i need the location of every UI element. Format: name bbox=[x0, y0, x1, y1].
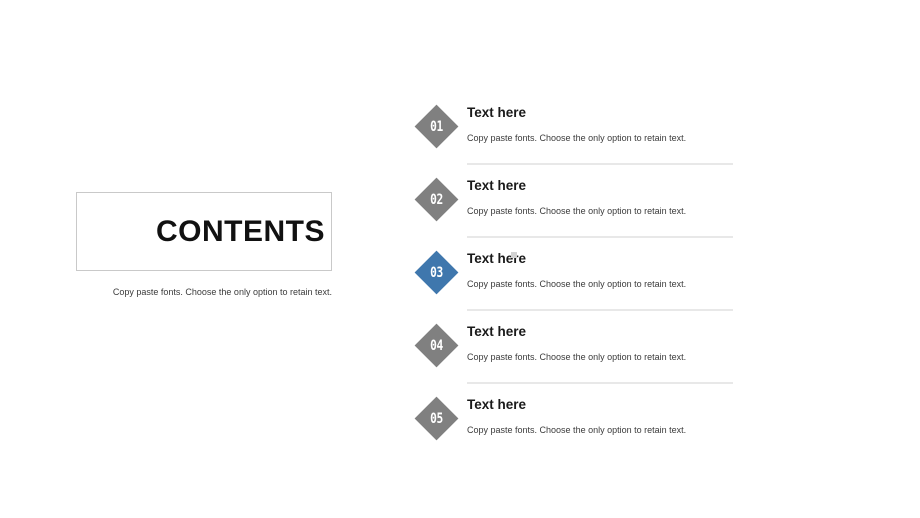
contents-list: 01 Text here Copy paste fonts. Choose the … bbox=[414, 104, 745, 470]
square-bullet-icon bbox=[511, 252, 517, 258]
item-title: Text here bbox=[467, 397, 527, 412]
item-divider bbox=[467, 382, 733, 384]
item-title: Text here bbox=[467, 105, 527, 120]
item-body: Text here Copy paste fonts. Choose the on… bbox=[467, 251, 745, 290]
page-title: CONTENTS bbox=[156, 214, 325, 248]
item-divider bbox=[467, 163, 733, 165]
item-body: Text here Copy paste fonts. Choose the on… bbox=[467, 178, 745, 217]
item-number: 03 bbox=[430, 264, 443, 281]
item-body: Text here Copy paste fonts. Choose the on… bbox=[467, 397, 745, 436]
item-number: 04 bbox=[430, 337, 443, 354]
item-body: Text here Copy paste fonts. Choose the on… bbox=[467, 105, 745, 144]
contents-subtitle: Copy paste fonts. Choose the only option… bbox=[112, 287, 332, 297]
item-number: 02 bbox=[430, 191, 443, 208]
item-divider bbox=[467, 309, 733, 311]
list-item[interactable]: 05 Text here Copy paste fonts. Choose the … bbox=[414, 396, 745, 470]
item-description: Copy paste fonts. Choose the only option… bbox=[467, 351, 687, 362]
item-title: Text here bbox=[467, 324, 527, 339]
item-number: 05 bbox=[430, 410, 443, 427]
list-item[interactable]: 03 Text here Copy paste fonts. Choose the … bbox=[414, 250, 745, 324]
item-description: Copy paste fonts. Choose the only option… bbox=[467, 132, 687, 143]
contents-title-box: CONTENTS bbox=[76, 192, 332, 271]
item-description: Copy paste fonts. Choose the only option… bbox=[467, 424, 687, 435]
item-description: Copy paste fonts. Choose the only option… bbox=[467, 205, 687, 216]
item-number: 01 bbox=[430, 118, 443, 135]
slide-canvas: CONTENTS Copy paste fonts. Choose the on… bbox=[0, 0, 920, 518]
list-item[interactable]: 04 Text here Copy paste fonts. Choose the … bbox=[414, 323, 745, 397]
item-title: Text here bbox=[467, 178, 527, 193]
item-body: Text here Copy paste fonts. Choose the on… bbox=[467, 324, 745, 363]
item-divider bbox=[467, 236, 733, 238]
list-item[interactable]: 02 Text here Copy paste fonts. Choose the … bbox=[414, 177, 745, 251]
item-description: Copy paste fonts. Choose the only option… bbox=[467, 278, 687, 289]
list-item[interactable]: 01 Text here Copy paste fonts. Choose the … bbox=[414, 104, 745, 178]
contents-panel: CONTENTS Copy paste fonts. Choose the on… bbox=[76, 192, 332, 299]
item-title: Text here bbox=[467, 251, 527, 266]
